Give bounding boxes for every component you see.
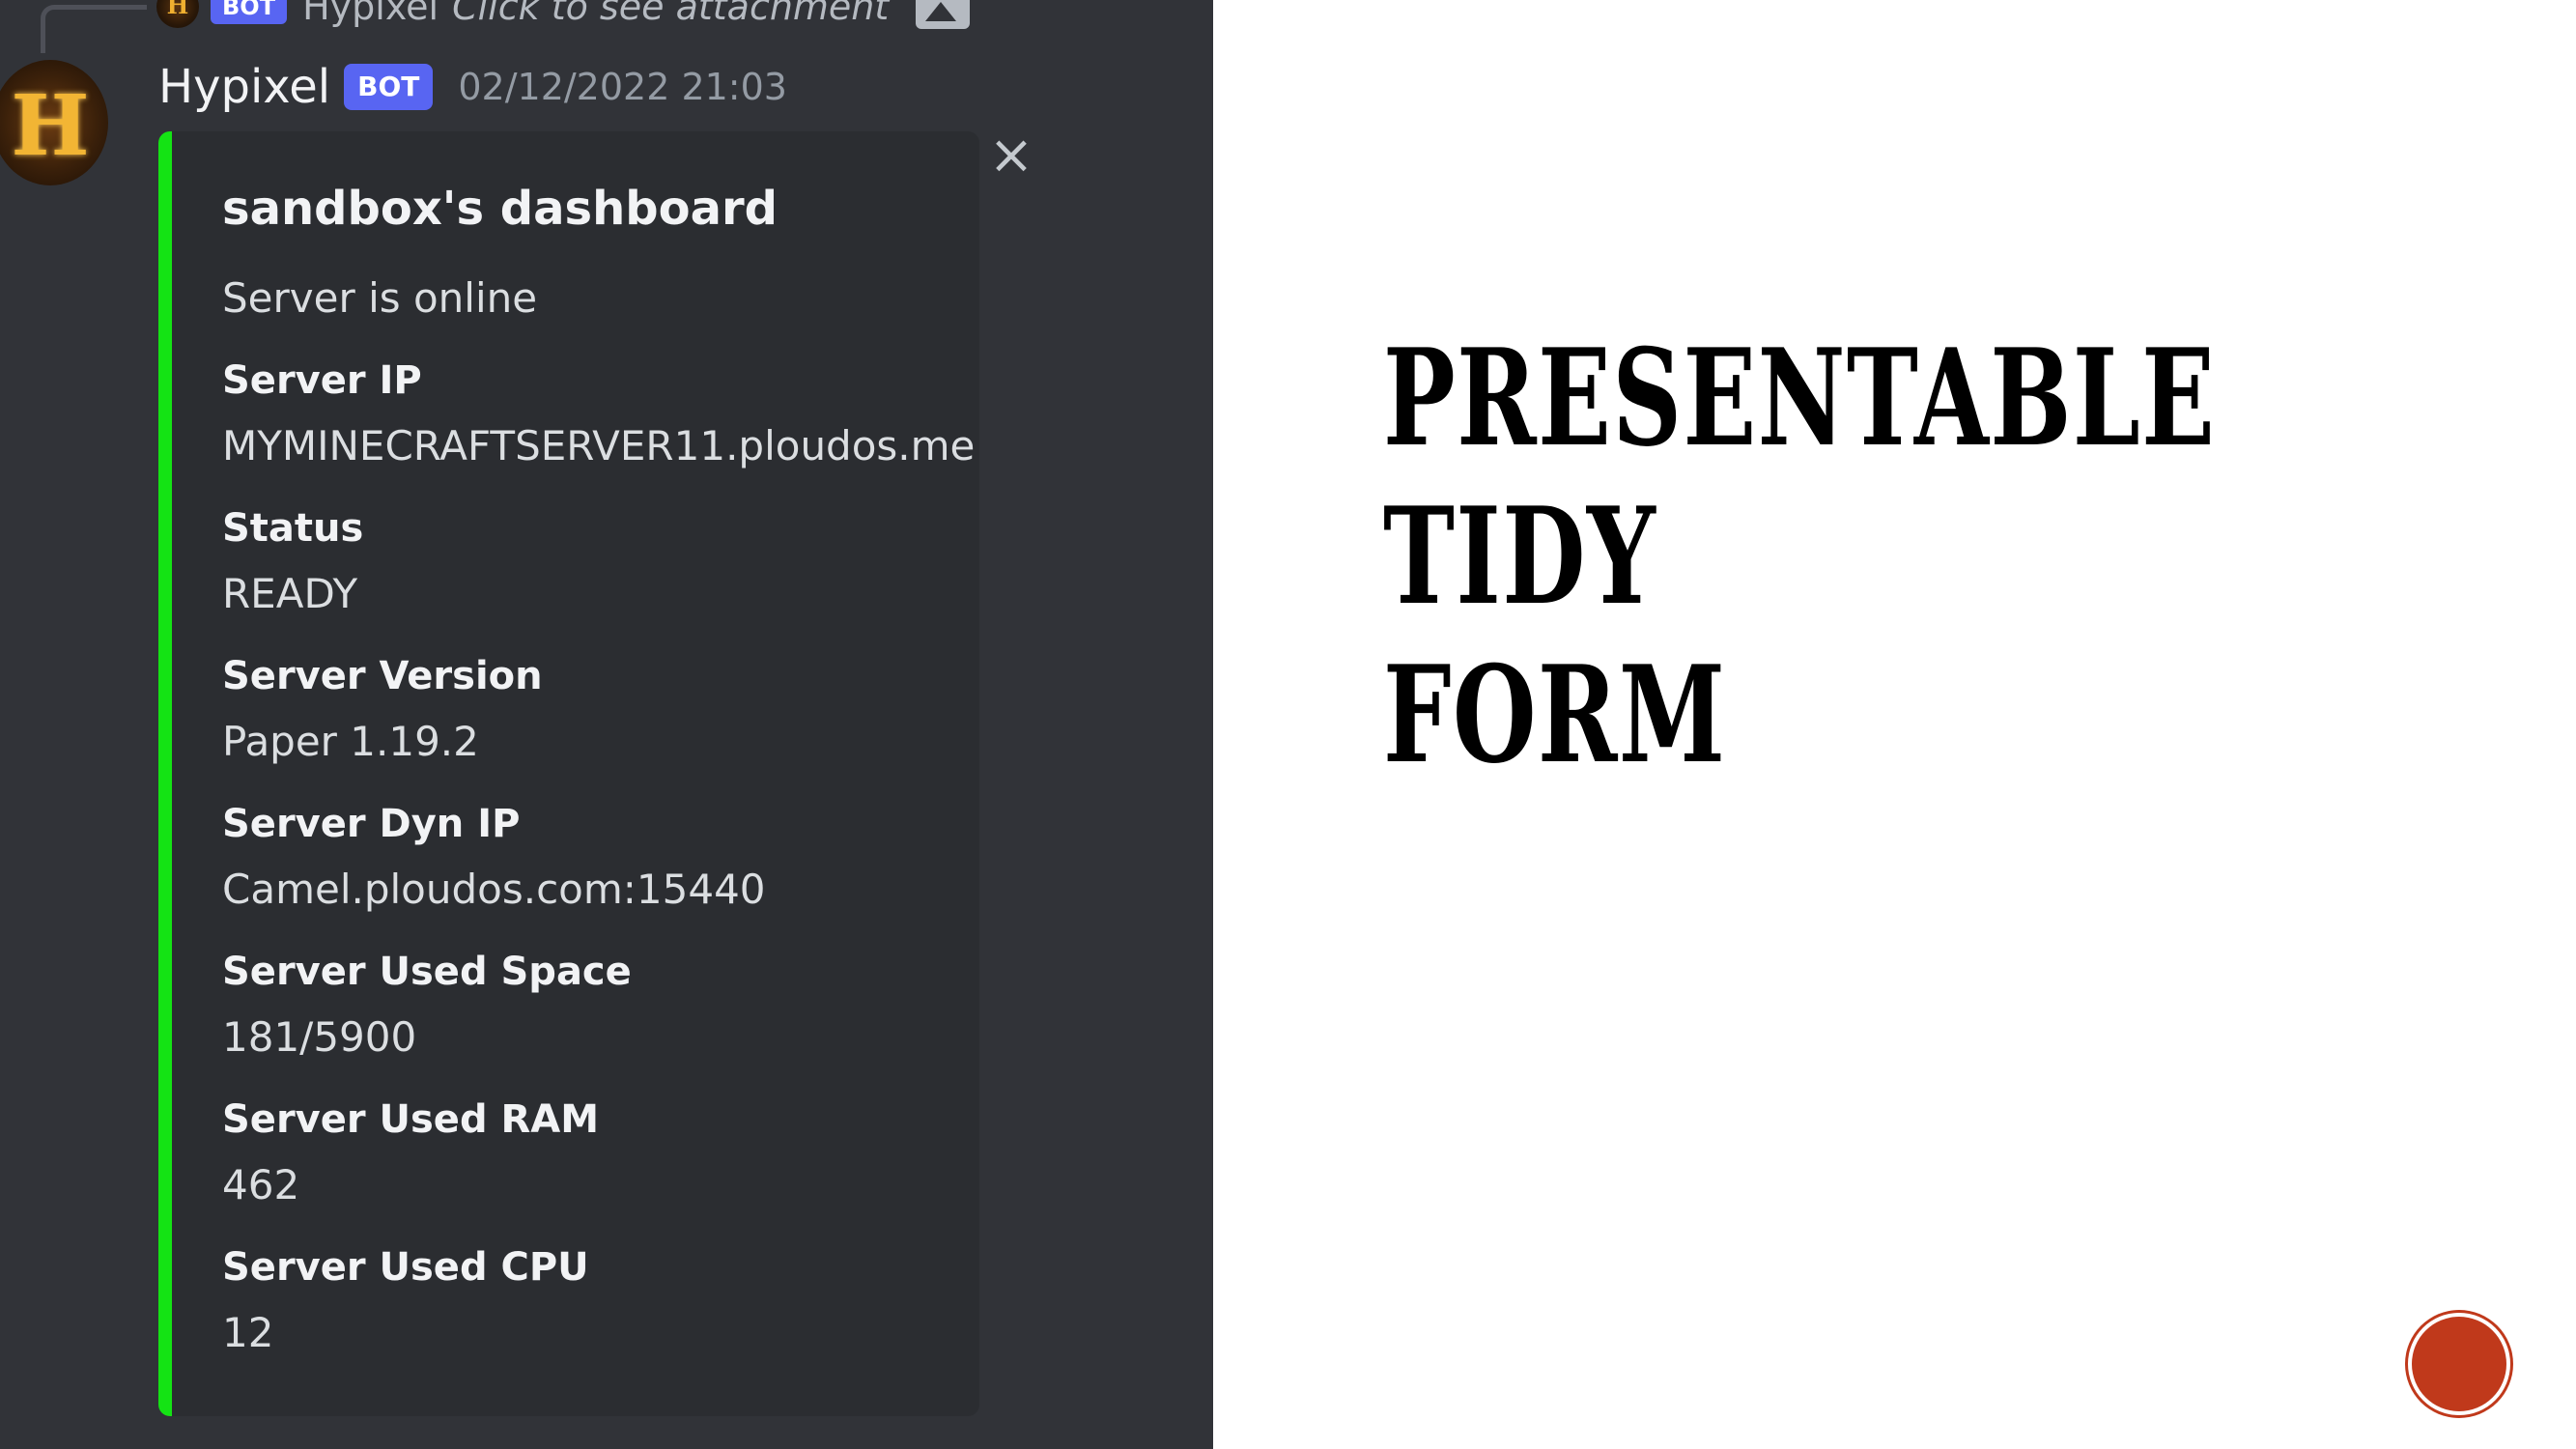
field-value: 12 bbox=[222, 1309, 274, 1356]
field-name: Server Version bbox=[222, 654, 543, 698]
username[interactable]: Hypixel bbox=[158, 60, 330, 114]
field-value: MYMINECRAFTSERVER11.ploudos.me bbox=[222, 422, 976, 469]
field-server-used-ram: Server Used RAM 462 bbox=[222, 1093, 599, 1216]
field-server-used-cpu: Server Used CPU 12 bbox=[222, 1240, 589, 1364]
slide-title-line-2: FORM bbox=[1383, 636, 1727, 793]
reply-connector bbox=[41, 5, 147, 53]
discord-screenshot: H BOT Hypixel Click to see attachment H … bbox=[0, 0, 1213, 1449]
embed-title: sandbox's dashboard bbox=[222, 182, 778, 236]
image-icon bbox=[916, 0, 971, 29]
field-name: Server IP bbox=[222, 358, 422, 403]
avatar[interactable]: H bbox=[0, 60, 108, 185]
field-server-dyn-ip: Server Dyn IP Camel.ploudos.com:15440 bbox=[222, 797, 766, 921]
reply-bot-badge: BOT bbox=[211, 0, 288, 24]
field-value: 181/5900 bbox=[222, 1013, 417, 1061]
close-icon[interactable]: × bbox=[987, 128, 1035, 183]
reply-username[interactable]: Hypixel bbox=[302, 0, 439, 28]
field-server-used-space: Server Used Space 181/5900 bbox=[222, 945, 632, 1068]
field-server-ip: Server IP MYMINECRAFTSERVER11.ploudos.me bbox=[222, 354, 975, 477]
reply-avatar: H bbox=[156, 0, 199, 28]
slide-title-line-1: PRESENTABLE TIDY bbox=[1383, 319, 2217, 635]
field-value: READY bbox=[222, 570, 358, 617]
slide-title: PRESENTABLE TIDY FORM bbox=[1383, 319, 2468, 794]
reply-text[interactable]: Click to see attachment bbox=[452, 0, 889, 28]
bot-badge: BOT bbox=[344, 64, 434, 110]
embed-card: sandbox's dashboard Server is online Ser… bbox=[158, 131, 979, 1416]
reply-avatar-letter: H bbox=[166, 0, 189, 19]
field-value: 462 bbox=[222, 1161, 300, 1208]
slide-nav-button[interactable] bbox=[2412, 1317, 2506, 1411]
reply-preview[interactable]: H BOT Hypixel Click to see attachment bbox=[156, 0, 971, 29]
embed-description: Server is online bbox=[222, 274, 538, 322]
field-name: Status bbox=[222, 506, 364, 551]
field-status: Status READY bbox=[222, 501, 363, 625]
field-name: Server Used Space bbox=[222, 950, 632, 994]
message-header: Hypixel BOT 02/12/2022 21:03 bbox=[158, 56, 787, 118]
field-value: Paper 1.19.2 bbox=[222, 718, 479, 765]
timestamp: 02/12/2022 21:03 bbox=[458, 66, 787, 108]
field-name: Server Used RAM bbox=[222, 1097, 600, 1142]
field-name: Server Dyn IP bbox=[222, 802, 521, 846]
field-name: Server Used CPU bbox=[222, 1245, 589, 1290]
field-server-version: Server Version Paper 1.19.2 bbox=[222, 649, 543, 773]
avatar-letter: H bbox=[11, 77, 90, 175]
field-value: Camel.ploudos.com:15440 bbox=[222, 866, 766, 913]
